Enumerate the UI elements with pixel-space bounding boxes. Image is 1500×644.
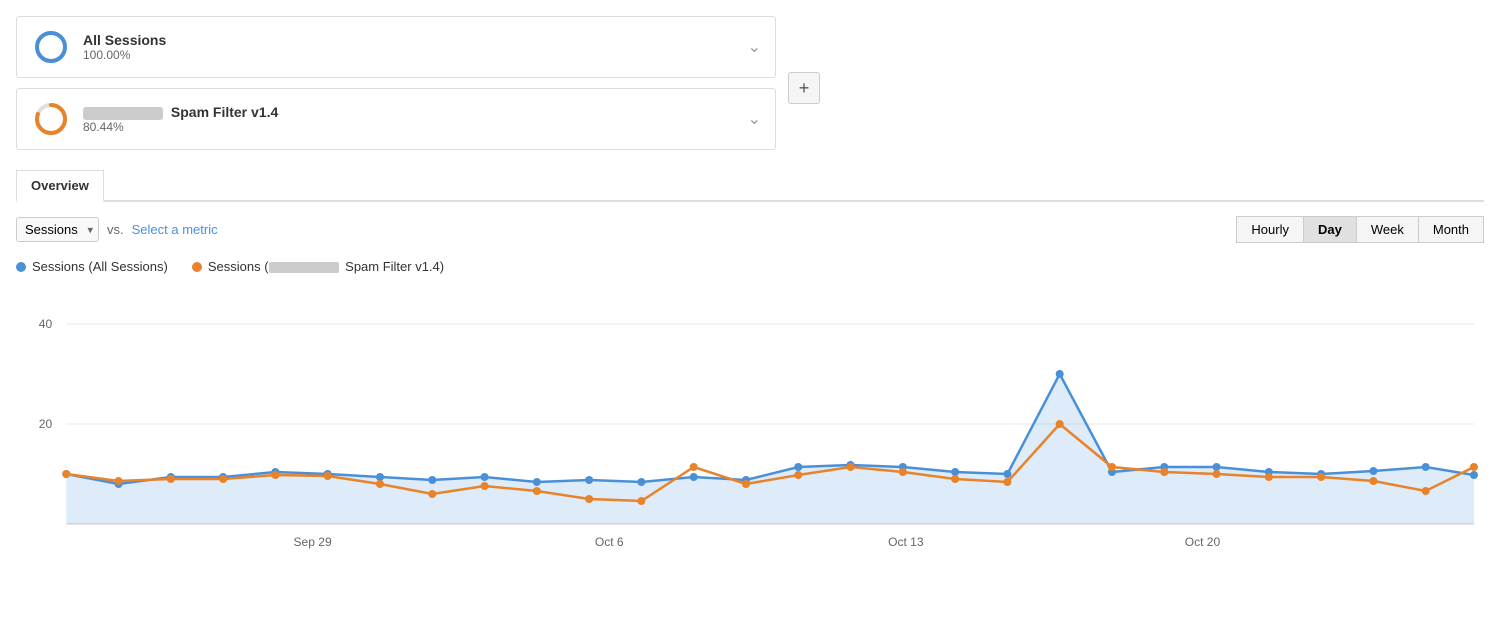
orange-dot [219, 475, 227, 483]
orange-dot [951, 475, 959, 483]
blue-dot [951, 468, 959, 476]
orange-dot [428, 490, 436, 498]
spam-filter-chevron-icon[interactable]: ⌄ [748, 109, 761, 129]
x-label-oct6: Oct 6 [595, 535, 624, 549]
orange-dot [1213, 470, 1221, 478]
x-label-sep29: Sep 29 [294, 535, 333, 549]
x-label-oct13: Oct 13 [888, 535, 924, 549]
orange-dot [533, 487, 541, 495]
blue-dot [1003, 470, 1011, 478]
blue-dot [690, 473, 698, 481]
orange-dot [271, 471, 279, 479]
segment-card-all-sessions: All Sessions 100.00% ⌄ [16, 16, 776, 78]
legend-row: Sessions (All Sessions) Sessions ( Spam … [16, 259, 1484, 274]
all-sessions-info: All Sessions 100.00% [83, 32, 166, 62]
segment-left: All Sessions 100.00% [31, 27, 166, 67]
day-button[interactable]: Day [1303, 216, 1356, 243]
spam-filter-info: Spam Filter v1.4 80.44% [83, 104, 278, 134]
blue-area-fill [66, 374, 1474, 524]
all-sessions-chevron-icon[interactable]: ⌄ [748, 37, 761, 57]
orange-dot [115, 477, 123, 485]
blue-dot [533, 478, 541, 486]
blue-dot [376, 473, 384, 481]
month-button[interactable]: Month [1418, 216, 1484, 243]
select-metric-link[interactable]: Select a metric [132, 222, 218, 237]
legend-dot-orange [192, 262, 202, 272]
orange-dot [742, 480, 750, 488]
all-sessions-name: All Sessions [83, 32, 166, 48]
orange-dot [899, 468, 907, 476]
orange-dot [1369, 477, 1377, 485]
add-segment-button[interactable]: + [788, 72, 820, 104]
controls-row: Sessions vs. Select a metric Hourly Day … [16, 216, 1484, 243]
controls-left: Sessions vs. Select a metric [16, 217, 218, 242]
y-label-40: 40 [39, 317, 53, 331]
blue-dot [481, 473, 489, 481]
all-sessions-donut-icon [31, 27, 71, 67]
orange-dot [1160, 468, 1168, 476]
segment-left-spam: Spam Filter v1.4 80.44% [31, 99, 278, 139]
orange-dot-peak [1056, 420, 1064, 428]
tab-overview[interactable]: Overview [16, 170, 104, 202]
y-label-20: 20 [39, 417, 53, 431]
week-button[interactable]: Week [1356, 216, 1418, 243]
spam-filter-pct: 80.44% [83, 120, 278, 134]
blue-dot [1369, 467, 1377, 475]
orange-dot [62, 470, 70, 478]
time-buttons: Hourly Day Week Month [1236, 216, 1484, 243]
orange-dot [1422, 487, 1430, 495]
spam-filter-donut-icon [31, 99, 71, 139]
legend-blurred-name [269, 262, 339, 273]
orange-dot [324, 472, 332, 480]
blue-dot [637, 478, 645, 486]
orange-dot [1265, 473, 1273, 481]
legend-dot-blue [16, 262, 26, 272]
legend-item-spam-filter: Sessions ( Spam Filter v1.4) [192, 259, 444, 274]
spam-filter-name: Spam Filter v1.4 [83, 104, 278, 120]
blue-dot [794, 463, 802, 471]
orange-dot [585, 495, 593, 503]
blue-line [66, 374, 1474, 484]
blue-dot [428, 476, 436, 484]
orange-dot [1003, 478, 1011, 486]
orange-dot [847, 463, 855, 471]
orange-dot [481, 482, 489, 490]
orange-dot [1108, 463, 1116, 471]
chart-container: 40 20 Sep 29 Oct 6 Oct 13 Oct 20 [16, 284, 1484, 564]
orange-dot [1470, 463, 1478, 471]
metric-dropdown-wrapper[interactable]: Sessions [16, 217, 99, 242]
orange-dot [1317, 473, 1325, 481]
orange-dot [167, 475, 175, 483]
legend-label-all-sessions: Sessions (All Sessions) [32, 259, 168, 274]
chart-svg: 40 20 Sep 29 Oct 6 Oct 13 Oct 20 [16, 284, 1484, 564]
orange-dot [637, 497, 645, 505]
orange-dot [794, 471, 802, 479]
segments-row: All Sessions 100.00% ⌄ Spam Filter v1.4 [16, 16, 836, 160]
blue-dot [585, 476, 593, 484]
spam-filter-name-text: Spam Filter v1.4 [171, 104, 278, 120]
all-sessions-pct: 100.00% [83, 48, 166, 62]
metric-dropdown[interactable]: Sessions [16, 217, 99, 242]
orange-dot [376, 480, 384, 488]
segment-cards: All Sessions 100.00% ⌄ Spam Filter v1.4 [16, 16, 776, 160]
x-label-oct20: Oct 20 [1185, 535, 1221, 549]
legend-item-all-sessions: Sessions (All Sessions) [16, 259, 168, 274]
blue-dot [1213, 463, 1221, 471]
legend-label-spam-filter: Sessions ( Spam Filter v1.4) [208, 259, 444, 274]
tabs-bar: Overview [16, 170, 1484, 202]
blurred-segment-name [83, 107, 163, 120]
hourly-button[interactable]: Hourly [1236, 216, 1303, 243]
orange-dot [690, 463, 698, 471]
blue-dot [1470, 471, 1478, 479]
vs-label: vs. [107, 222, 124, 237]
segment-card-spam-filter: Spam Filter v1.4 80.44% ⌄ [16, 88, 776, 150]
blue-dot-peak [1056, 370, 1064, 378]
blue-dot [1422, 463, 1430, 471]
